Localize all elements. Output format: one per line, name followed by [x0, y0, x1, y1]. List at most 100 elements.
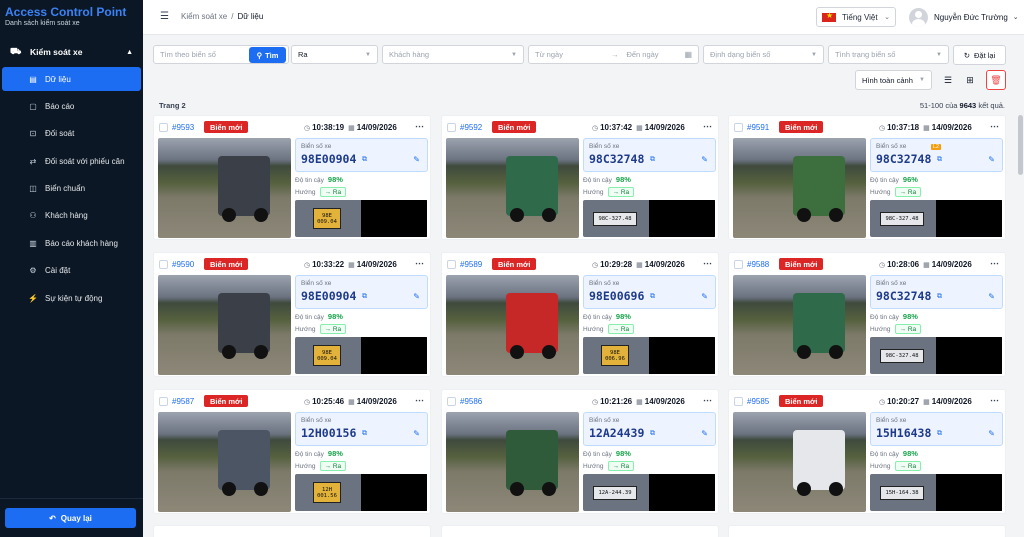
copy-icon[interactable]: ⧉ — [937, 293, 942, 301]
user-menu[interactable]: Nguyễn Đức Trường ⌄ — [909, 7, 1019, 27]
plate-crop-photo[interactable]: 98E 009.04 — [295, 337, 361, 374]
plate-crop-photo[interactable]: 98E 009.04 — [295, 200, 361, 237]
vehicle-card[interactable]: #9593 Biển mới ◷ 10:38:19 ▦ 14/09/2026 ⋯ Biển s… — [153, 115, 431, 240]
copy-icon[interactable]: ⧉ — [362, 293, 367, 301]
record-id-link[interactable]: #9588 — [747, 260, 769, 269]
vehicle-card[interactable]: #9585 Biển mới ◷ 10:20:27 ▦ 14/09/2026 ⋯ Biển s… — [728, 389, 1006, 514]
copy-icon[interactable]: ⧉ — [937, 156, 942, 164]
delete-button[interactable]: 🗑 — [986, 70, 1006, 90]
plate-crop-photo[interactable]: 12H 001.56 — [295, 474, 361, 511]
menu-collapse-icon[interactable]: ☰ — [160, 11, 169, 22]
nav-group-vehicle-control[interactable]: ⛟ Kiểm soát xe ▲ — [0, 37, 143, 67]
record-id-link[interactable]: #9592 — [460, 123, 482, 132]
sidebar-item-7[interactable]: ⚙ Cài đặt — [2, 259, 141, 283]
vehicle-overview-photo[interactable] — [733, 275, 866, 375]
direction-select[interactable]: Ra ▼ — [291, 45, 378, 64]
sidebar-item-6[interactable]: ▥ Báo cáo khách hàng — [2, 231, 141, 255]
select-checkbox[interactable] — [447, 260, 456, 269]
select-checkbox[interactable] — [734, 397, 743, 406]
record-id-link[interactable]: #9585 — [747, 397, 769, 406]
edit-icon[interactable]: ✎ — [701, 429, 708, 438]
vehicle-card[interactable]: #9590 Biển mới ◷ 10:33:22 ▦ 14/09/2026 ⋯ Biển s… — [153, 252, 431, 377]
reset-button[interactable]: ↻ Đặt lại — [953, 45, 1006, 65]
edit-icon[interactable]: ✎ — [988, 429, 995, 438]
more-options-icon[interactable]: ⋯ — [703, 258, 712, 269]
plate-crop-photo[interactable]: 98C-327.48 — [870, 337, 936, 374]
edit-icon[interactable]: ✎ — [988, 292, 995, 301]
date-range-picker[interactable]: Từ ngày → Đến ngày ▦ — [528, 45, 699, 64]
plate-crop-photo[interactable]: 98C-327.48 — [870, 200, 936, 237]
vehicle-card[interactable]: #9588 Biển mới ◷ 10:28:06 ▦ 14/09/2026 ⋯ Biển s… — [728, 252, 1006, 377]
sidebar-item-1[interactable]: ▢ Báo cáo — [2, 94, 141, 118]
copy-icon[interactable]: ⧉ — [650, 156, 655, 164]
plate-crop-photo[interactable]: 98C-327.48 — [583, 200, 649, 237]
sidebar-item-3[interactable]: ⇄ Đối soát với phiếu cân — [2, 149, 141, 173]
copy-icon[interactable]: ⧉ — [362, 430, 367, 438]
record-id-link[interactable]: #9589 — [460, 260, 482, 269]
breadcrumb-item-vehicle-control[interactable]: Kiểm soát xe — [181, 12, 227, 21]
list-view-button[interactable]: ☰ — [938, 70, 958, 90]
edit-icon[interactable]: ✎ — [413, 429, 420, 438]
more-options-icon[interactable]: ⋯ — [990, 395, 999, 406]
plate-crop-photo[interactable]: 12A-244.39 — [583, 474, 649, 511]
more-options-icon[interactable]: ⋯ — [990, 258, 999, 269]
record-id-link[interactable]: #9593 — [172, 123, 194, 132]
back-button[interactable]: ↶ Quay lại — [5, 508, 136, 528]
vehicle-overview-photo[interactable] — [733, 138, 866, 238]
plate-status-select[interactable]: Tình trạng biển số ▼ — [828, 45, 949, 64]
edit-icon[interactable]: ✎ — [413, 155, 420, 164]
select-checkbox[interactable] — [159, 260, 168, 269]
scrollbar-thumb[interactable] — [1018, 115, 1023, 175]
record-id-link[interactable]: #9586 — [460, 397, 482, 406]
copy-icon[interactable]: ⧉ — [362, 156, 367, 164]
more-options-icon[interactable]: ⋯ — [415, 258, 424, 269]
view-mode-select[interactable]: Hình toàn cảnh ▼ — [855, 70, 932, 90]
vehicle-card[interactable]: #9589 Biển mới ◷ 10:29:28 ▦ 14/09/2026 ⋯ Biển s… — [441, 252, 719, 377]
record-id-link[interactable]: #9590 — [172, 260, 194, 269]
edit-icon[interactable]: ✎ — [413, 292, 420, 301]
vehicle-card[interactable]: #9586 ◷ 10:21:26 ▦ 14/09/2026 ⋯ Biển số xe 12A2… — [441, 389, 719, 514]
customer-select[interactable]: Khách hàng ▼ — [382, 45, 524, 64]
grid-view-button[interactable]: ⊞ — [960, 70, 980, 90]
vehicle-overview-photo[interactable] — [158, 275, 291, 375]
copy-icon[interactable]: ⧉ — [650, 430, 655, 438]
vehicle-overview-photo[interactable] — [158, 412, 291, 512]
vehicle-overview-photo[interactable] — [733, 412, 866, 512]
select-checkbox[interactable] — [734, 123, 743, 132]
sidebar-item-8[interactable]: ⚡ Sự kiện tự động — [2, 286, 141, 310]
more-options-icon[interactable]: ⋯ — [415, 121, 424, 132]
sidebar-item-4[interactable]: ◫ Biển chuẩn — [2, 177, 141, 201]
language-select[interactable]: Tiếng Việt ⌄ — [816, 7, 896, 27]
vehicle-overview-photo[interactable] — [446, 138, 579, 238]
more-options-icon[interactable]: ⋯ — [990, 121, 999, 132]
record-id-link[interactable]: #9587 — [172, 397, 194, 406]
search-button[interactable]: ⚲ Tìm — [249, 47, 286, 63]
plate-crop-photo[interactable]: 98E 006.96 — [583, 337, 649, 374]
sidebar-item-0[interactable]: ▤ Dữ liệu — [2, 67, 141, 91]
copy-icon[interactable]: ⧉ — [650, 293, 655, 301]
vehicle-overview-photo[interactable] — [446, 412, 579, 512]
copy-icon[interactable]: ⧉ — [937, 430, 942, 438]
more-options-icon[interactable]: ⋯ — [415, 395, 424, 406]
vehicle-card[interactable]: #9592 Biển mới ◷ 10:37:42 ▦ 14/09/2026 ⋯ Biển s… — [441, 115, 719, 240]
more-options-icon[interactable]: ⋯ — [703, 395, 712, 406]
vehicle-card[interactable]: #9587 Biển mới ◷ 10:25:46 ▦ 14/09/2026 ⋯ Biển s… — [153, 389, 431, 514]
edit-icon[interactable]: ✎ — [701, 155, 708, 164]
vehicle-card[interactable]: #9591 Biển mới ◷ 10:37:18 ▦ 14/09/2026 ⋯ Biển s… — [728, 115, 1006, 240]
select-checkbox[interactable] — [734, 260, 743, 269]
plate-format-select[interactable]: Định dạng biển số ▼ — [703, 45, 824, 64]
sidebar-item-2[interactable]: ⊡ Đối soát — [2, 122, 141, 146]
select-checkbox[interactable] — [159, 123, 168, 132]
select-checkbox[interactable] — [159, 397, 168, 406]
edit-icon[interactable]: ✎ — [701, 292, 708, 301]
plate-crop-photo[interactable]: 15H-164.38 — [870, 474, 936, 511]
more-options-icon[interactable]: ⋯ — [703, 121, 712, 132]
vehicle-overview-photo[interactable] — [158, 138, 291, 238]
record-id-link[interactable]: #9591 — [747, 123, 769, 132]
edit-icon[interactable]: ✎ — [988, 155, 995, 164]
select-checkbox[interactable] — [447, 123, 456, 132]
sidebar-item-5[interactable]: ⚇ Khách hàng — [2, 204, 141, 228]
page-scrollbar[interactable] — [1017, 35, 1024, 537]
vehicle-overview-photo[interactable] — [446, 275, 579, 375]
select-checkbox[interactable] — [447, 397, 456, 406]
